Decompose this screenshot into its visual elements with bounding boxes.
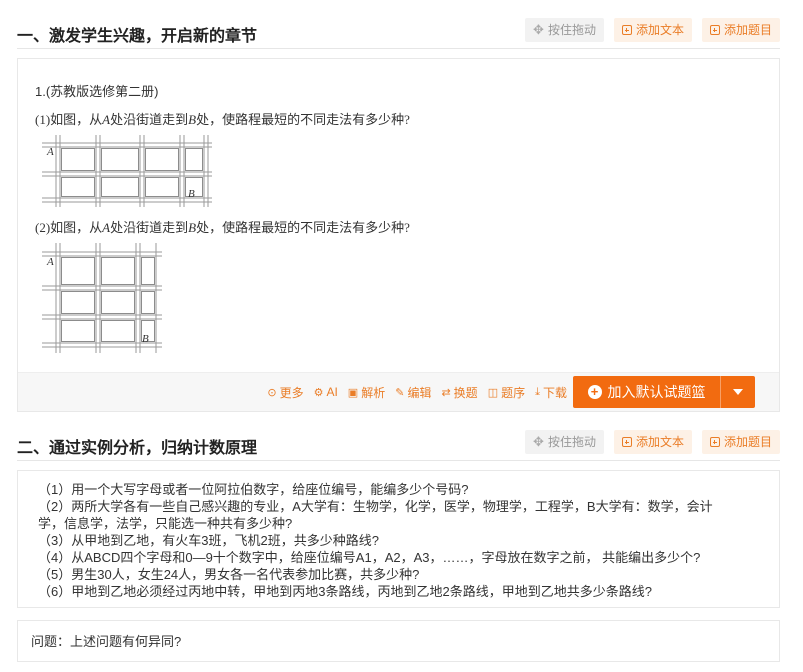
text-block-card: （1）用一个大写字母或者一位阿拉伯数字，给座位编号，能编多少个号码? （2）两所…	[17, 470, 780, 608]
swap-button[interactable]: ⇄ 换题	[441, 384, 477, 401]
section-2-title: 二、通过实例分析，归纳计数原理	[17, 440, 258, 457]
caret-down-icon	[733, 389, 743, 395]
list-item: （3）从甲地到乙地，有火车3班，飞机2班，共多少种路线?	[38, 533, 379, 548]
point-a-label: A	[46, 146, 54, 158]
pencil-icon: ✎	[395, 386, 405, 399]
plus-icon	[709, 437, 720, 447]
more-button[interactable]: ⊙ 更多	[267, 384, 303, 401]
move-icon: ✥	[533, 22, 544, 37]
drag-handle-button[interactable]: ✥ 按住拖动	[525, 430, 604, 454]
plus-circle-icon: +	[587, 385, 602, 399]
point-a-label: A	[46, 256, 54, 268]
add-text-button[interactable]: 添加文本	[613, 18, 692, 42]
ai-gear-icon: ⚙	[313, 386, 324, 399]
swap-icon: ⇄	[441, 386, 451, 399]
plus-icon	[621, 25, 632, 35]
question-part-2: (2)如图，从A处沿街道走到B处，使路程最短的不同走法有多少种?	[35, 220, 410, 235]
move-icon: ✥	[533, 434, 544, 449]
point-b-label: B	[188, 188, 195, 200]
list-item: （5）男生30人，女生24人，男女各一名代表参加比赛，共多少种?	[38, 567, 420, 582]
download-button[interactable]: ⤓ 下载	[535, 384, 567, 401]
list-item: 学，信息学，法学，只能选一种共有多少种?	[38, 516, 293, 531]
download-icon: ⤓	[535, 385, 540, 398]
analysis-button[interactable]: ▣ 解析	[348, 384, 385, 401]
list-item: （6）甲地到乙地必须经过丙地中转，甲地到丙地3条路线，丙地到乙地2条路线，甲地到…	[38, 584, 652, 599]
drag-handle-button[interactable]: ✥ 按住拖动	[525, 18, 604, 42]
more-icon: ⊙	[267, 386, 277, 399]
plus-icon	[709, 25, 720, 35]
question-part-1: (1)如图，从A处沿街道走到B处，使路程最短的不同走法有多少种?	[35, 112, 410, 127]
plus-icon	[621, 437, 632, 447]
add-question-button[interactable]: 添加题目	[701, 430, 780, 454]
list-item: （1）用一个大写字母或者一位阿拉伯数字，给座位编号，能编多少个号码?	[38, 482, 469, 497]
order-icon: ◫	[487, 386, 499, 399]
list-item: （2）两所大学各有一些自己感兴趣的专业，A大学有：生物学，化学，医学，物理学，工…	[38, 499, 713, 514]
order-button[interactable]: ◫ 题序	[488, 384, 525, 401]
ai-button[interactable]: ⚙ AI	[314, 385, 338, 399]
question-card: 1.(苏教版选修第二册) (1)如图，从A处沿街道走到B处，使路程最短的不同走法…	[17, 58, 780, 412]
note-text: 问题：上述问题有何异同?	[31, 634, 182, 649]
analysis-icon: ▣	[347, 386, 359, 399]
note-card: 问题：上述问题有何异同?	[17, 620, 780, 662]
section-1-header: 一、激发学生兴趣，开启新的章节 ✥ 按住拖动 添加文本 添加题目	[17, 18, 780, 49]
section-1-title: 一、激发学生兴趣，开启新的章节	[17, 28, 258, 45]
edit-button[interactable]: ✎ 编辑	[395, 384, 431, 401]
add-question-button[interactable]: 添加题目	[701, 18, 780, 42]
point-b-label: B	[142, 333, 149, 345]
question-source: 1.(苏教版选修第二册)	[35, 84, 159, 99]
add-to-basket-main[interactable]: + 加入默认试题篮	[573, 376, 721, 408]
list-item: （4）从ABCD四个字母和0—9十个数字中，给座位编号A1，A2，A3，……，字…	[38, 550, 701, 565]
question-toolbar: ⊙ 更多 ⚙ AI ▣ 解析 ✎ 编辑 ⇄ 换题 ◫ 题序 ⤓ 下载 + 加入默认试题篮	[18, 372, 779, 411]
add-text-button[interactable]: 添加文本	[613, 430, 692, 454]
street-grid-figure-1: A B	[42, 135, 212, 207]
basket-dropdown-toggle[interactable]	[721, 376, 755, 408]
add-to-basket-button[interactable]: + 加入默认试题篮	[573, 376, 755, 408]
street-grid-figure-2: A B	[42, 243, 162, 353]
section-2-header: 二、通过实例分析，归纳计数原理 ✥ 按住拖动 添加文本 添加题目	[17, 430, 780, 461]
